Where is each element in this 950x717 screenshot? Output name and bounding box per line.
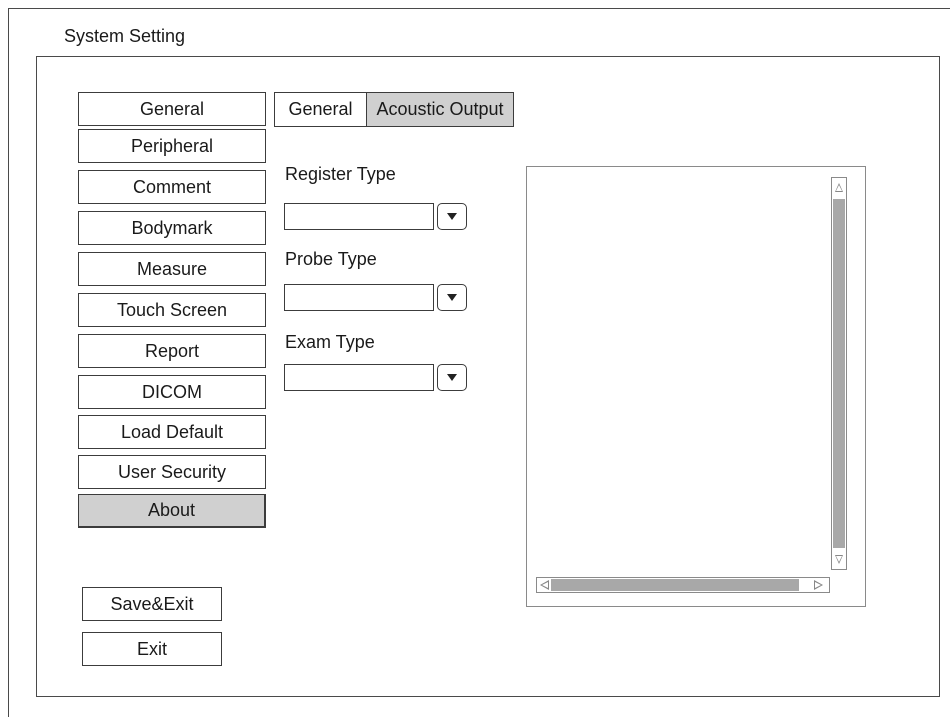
window-frame-top: [8, 8, 950, 9]
register-type-select[interactable]: [284, 203, 434, 230]
chevron-down-icon: [447, 374, 457, 381]
register-type-dropdown-button[interactable]: [437, 203, 467, 230]
acoustic-output-list[interactable]: [526, 166, 866, 607]
sidebar-item-about[interactable]: About: [78, 494, 266, 528]
horizontal-scroll-thumb[interactable]: [551, 579, 799, 591]
sidebar-item-general[interactable]: General: [78, 92, 266, 126]
probe-type-label: Probe Type: [285, 249, 377, 269]
register-type-label: Register Type: [285, 164, 396, 184]
scroll-right-icon[interactable]: [814, 580, 823, 590]
sidebar-item-user-security[interactable]: User Security: [78, 455, 266, 489]
sidebar-item-comment[interactable]: Comment: [78, 170, 266, 204]
tab-acoustic-output[interactable]: Acoustic Output: [366, 92, 514, 127]
sidebar-item-measure[interactable]: Measure: [78, 252, 266, 286]
sidebar-item-load-default[interactable]: Load Default: [78, 415, 266, 449]
scroll-up-icon[interactable]: [835, 183, 843, 192]
scroll-left-icon[interactable]: [540, 580, 549, 590]
save-exit-button[interactable]: Save&Exit: [82, 587, 222, 621]
exam-type-dropdown-button[interactable]: [437, 364, 467, 391]
exam-type-select[interactable]: [284, 364, 434, 391]
scroll-down-icon[interactable]: [835, 555, 843, 564]
window-frame-left: [8, 8, 9, 717]
sidebar-item-report[interactable]: Report: [78, 334, 266, 368]
sidebar-item-dicom[interactable]: DICOM: [78, 375, 266, 409]
chevron-down-icon: [447, 294, 457, 301]
probe-type-dropdown-button[interactable]: [437, 284, 467, 311]
tab-general[interactable]: General: [274, 92, 367, 127]
sidebar-item-bodymark[interactable]: Bodymark: [78, 211, 266, 245]
window-title: System Setting: [64, 26, 186, 46]
sidebar-item-touch-screen[interactable]: Touch Screen: [78, 293, 266, 327]
vertical-scrollbar[interactable]: [831, 177, 847, 570]
sidebar-item-peripheral[interactable]: Peripheral: [78, 129, 266, 163]
horizontal-scrollbar[interactable]: [536, 577, 830, 593]
vertical-scroll-thumb[interactable]: [833, 199, 845, 548]
probe-type-select[interactable]: [284, 284, 434, 311]
chevron-down-icon: [447, 213, 457, 220]
exit-button[interactable]: Exit: [82, 632, 222, 666]
exam-type-label: Exam Type: [285, 332, 375, 352]
